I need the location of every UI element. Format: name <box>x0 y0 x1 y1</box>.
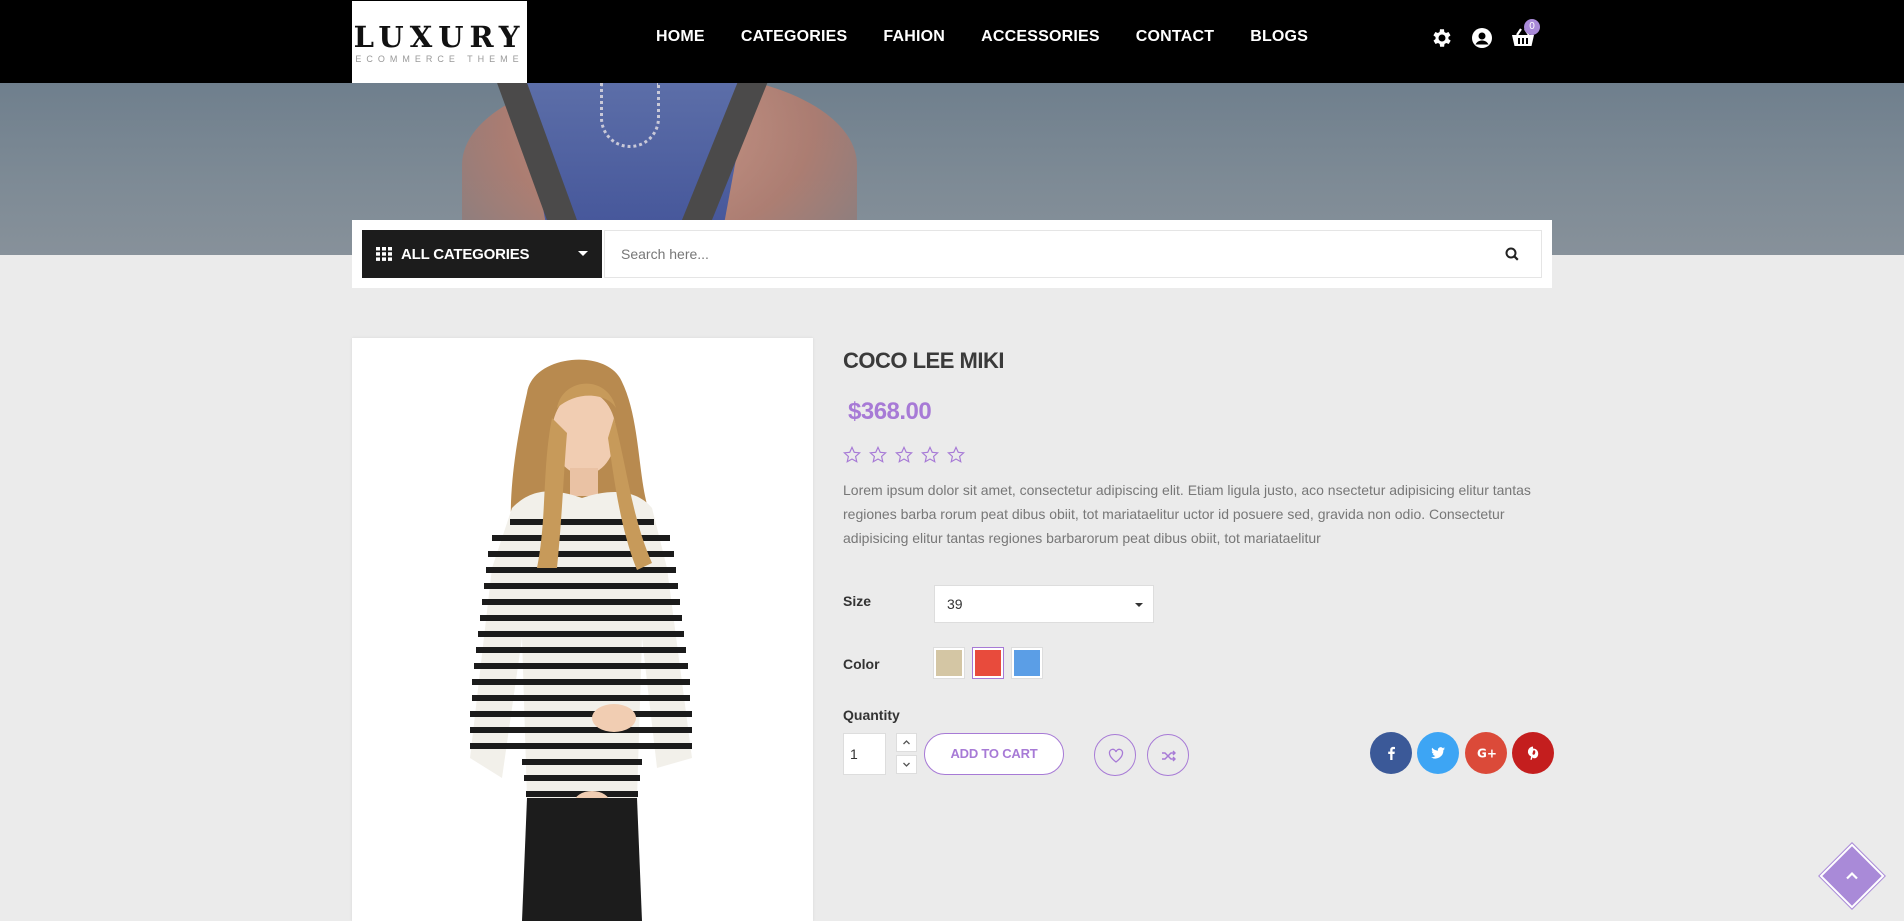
product-image[interactable] <box>352 338 813 921</box>
pinterest-share-button[interactable] <box>1512 732 1554 774</box>
settings-gear-icon[interactable] <box>1430 26 1454 50</box>
logo-tagline: ECOMMERCE THEME <box>355 54 524 64</box>
chevron-up-icon <box>1846 871 1858 880</box>
twitter-share-button[interactable] <box>1417 732 1459 774</box>
google-plus-icon: G+ <box>1477 747 1496 761</box>
svg-text:G+: G+ <box>1477 747 1496 761</box>
top-navigation-bar: LUXURY ECOMMERCE THEME HOME CATEGORIES F… <box>0 0 1904 83</box>
color-swatch-red[interactable] <box>973 648 1003 678</box>
site-logo[interactable]: LUXURY ECOMMERCE THEME <box>352 1 527 83</box>
facebook-share-button[interactable] <box>1370 732 1412 774</box>
category-dropdown-label: ALL CATEGORIES <box>401 245 530 263</box>
search-input[interactable] <box>604 230 1542 278</box>
shuffle-icon <box>1162 750 1176 762</box>
quantity-increment-button[interactable] <box>896 733 917 752</box>
size-label: Size <box>843 593 872 609</box>
caret-down-icon <box>578 251 588 256</box>
size-select[interactable]: 39 <box>934 585 1154 623</box>
star-icon <box>920 445 941 466</box>
nav-fahion[interactable]: FAHION <box>883 28 945 46</box>
search-bar: ALL CATEGORIES <box>352 220 1552 288</box>
compare-button[interactable] <box>1147 734 1189 776</box>
chevron-up-icon <box>903 740 910 745</box>
category-dropdown[interactable]: ALL CATEGORIES <box>362 230 602 278</box>
logo-brand: LUXURY <box>353 20 526 54</box>
cart-count-badge: 0 <box>1524 19 1540 35</box>
nav-accessories[interactable]: ACCESSORIES <box>981 28 1100 46</box>
star-icon <box>946 445 967 466</box>
star-icon <box>842 445 863 466</box>
google-plus-share-button[interactable]: G+ <box>1465 732 1507 774</box>
size-select-value: 39 <box>947 596 963 612</box>
grid-icon <box>376 247 392 261</box>
nav-blogs[interactable]: BLOGS <box>1250 28 1308 46</box>
star-icon <box>894 445 915 466</box>
product-description: Lorem ipsum dolor sit amet, consectetur … <box>843 482 1531 546</box>
header-icons: 0 <box>1430 19 1540 50</box>
nav-categories[interactable]: CATEGORIES <box>741 28 848 46</box>
add-to-cart-button[interactable]: ADD TO CART <box>924 733 1064 775</box>
user-account-icon[interactable] <box>1470 26 1494 50</box>
color-swatch-beige[interactable] <box>934 648 964 678</box>
back-to-top-button[interactable] <box>1819 843 1885 909</box>
wishlist-button[interactable] <box>1094 734 1136 776</box>
product-price: $368.00 <box>848 398 932 425</box>
caret-down-icon <box>1135 603 1143 607</box>
banner-drawstring <box>600 83 660 148</box>
nav-home[interactable]: HOME <box>656 28 705 46</box>
nav-contact[interactable]: CONTACT <box>1136 28 1214 46</box>
main-nav: HOME CATEGORIES FAHION ACCESSORIES CONTA… <box>656 28 1308 46</box>
quantity-input[interactable]: 1 <box>843 733 886 775</box>
pinterest-icon <box>1527 746 1539 760</box>
heart-icon <box>1108 748 1124 763</box>
facebook-icon <box>1388 746 1395 760</box>
product-rating <box>842 445 973 466</box>
quantity-decrement-button[interactable] <box>896 755 917 774</box>
chevron-down-icon <box>903 762 910 767</box>
color-label: Color <box>843 656 880 672</box>
search-icon[interactable] <box>1500 242 1524 266</box>
shopping-basket-icon[interactable]: 0 <box>1510 19 1540 50</box>
product-title: COCO LEE MIKI <box>843 348 1004 373</box>
quantity-label: Quantity <box>843 707 900 723</box>
star-icon <box>868 445 889 466</box>
twitter-icon <box>1431 747 1445 759</box>
color-swatch-blue[interactable] <box>1012 648 1042 678</box>
